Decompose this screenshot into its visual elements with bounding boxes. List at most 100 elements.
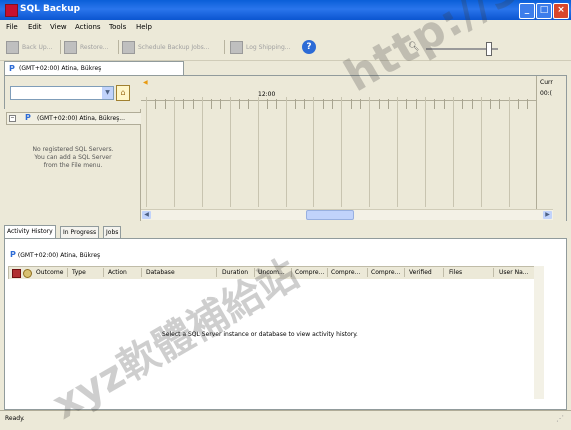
timeline-tick [220, 99, 222, 109]
timeline-tick [211, 99, 213, 109]
restore-button[interactable]: Restore... [64, 40, 109, 54]
no-servers-message: No registered SQL Servers. You can add a… [18, 146, 128, 170]
tab-activity-history[interactable]: Activity History [4, 225, 56, 239]
column-header-compressed-1[interactable]: Compre... [295, 269, 324, 276]
timezone-icon: P [9, 64, 15, 73]
timeline-tick [462, 99, 464, 109]
timeline-tick [527, 99, 529, 109]
toolbar-separator [224, 40, 225, 54]
status-text: Ready. [5, 415, 25, 422]
maximize-button[interactable]: □ [536, 3, 552, 19]
timeline-tick [229, 97, 231, 207]
filter-icon[interactable]: ⌂ [116, 85, 130, 101]
column-separator[interactable] [103, 268, 104, 277]
timeline-tick [332, 99, 333, 109]
timeline-tick [434, 99, 436, 109]
timeline-time-label: 12:00 [258, 91, 276, 98]
schedule-icon [122, 40, 135, 54]
timeline-tick [518, 99, 519, 109]
close-button[interactable]: × [553, 3, 569, 19]
column-header-database[interactable]: Database [146, 269, 175, 276]
timeline-tick [508, 97, 510, 207]
restore-button-label: Restore... [80, 43, 109, 51]
timeline-tick [378, 99, 380, 109]
scroll-right-icon[interactable]: ▶ [543, 211, 552, 219]
timezone-tab[interactable]: P (GMT+02:00) Atina, Bükreş [4, 61, 184, 75]
log-shipping-icon [230, 40, 243, 54]
column-separator[interactable] [141, 268, 142, 277]
timeline-tick [341, 97, 343, 207]
column-separator[interactable] [216, 268, 217, 277]
column-header-type[interactable]: Type [72, 269, 86, 276]
column-separator[interactable] [493, 268, 494, 277]
chevron-down-icon[interactable]: ▼ [102, 87, 113, 99]
log-shipping-button[interactable]: Log Shipping... [230, 40, 291, 54]
delete-icon[interactable] [12, 269, 21, 278]
timeline-tick [276, 99, 278, 109]
now-marker-icon: ◀ [143, 79, 148, 86]
activity-timezone: P (GMT+02:00) Atina, Bükreş [10, 250, 100, 259]
column-header-files[interactable]: Files [449, 269, 462, 276]
window-title: SQL Backup [20, 4, 81, 14]
timeline-tick [480, 97, 482, 207]
column-separator[interactable] [67, 268, 68, 277]
current-column-label: Curr [540, 79, 553, 86]
zoom-slider-thumb[interactable] [486, 42, 492, 56]
menu-actions[interactable]: Actions [75, 23, 101, 31]
backup-button-label: Back Up... [22, 43, 53, 51]
menu-edit[interactable]: Edit [28, 23, 42, 31]
column-header-compressed-2[interactable]: Compre... [331, 269, 360, 276]
backup-button[interactable]: Back Up... [6, 40, 53, 54]
resize-grip-icon[interactable]: ⋰ [556, 414, 564, 423]
column-header-action[interactable]: Action [108, 269, 127, 276]
menu-view[interactable]: View [50, 23, 67, 31]
activity-timezone-label: (GMT+02:00) Atina, Bükreş [17, 252, 101, 259]
current-column: Curr 00:( [536, 76, 566, 209]
timeline-tick [155, 99, 157, 109]
column-separator[interactable] [367, 268, 368, 277]
collapse-icon[interactable]: − [9, 115, 16, 122]
column-header-verified[interactable]: Verified [409, 269, 432, 276]
timeline-tick [183, 99, 185, 109]
menu-file[interactable]: File [6, 23, 18, 31]
timeline-scroll-thumb[interactable] [306, 210, 354, 220]
timeline-tick [471, 99, 473, 109]
column-separator[interactable] [404, 268, 405, 277]
info-icon[interactable] [23, 269, 32, 278]
help-icon[interactable]: ? [302, 40, 316, 54]
toolbar-separator [60, 40, 61, 54]
timeline-tick [257, 97, 259, 207]
column-separator[interactable] [443, 268, 444, 277]
backup-icon [6, 40, 19, 54]
activity-scrollbar[interactable] [534, 266, 544, 399]
timeline-tick [248, 99, 250, 109]
column-header-outcome[interactable]: Outcome [36, 269, 63, 276]
timeline-tick [201, 97, 203, 207]
panel-splitter[interactable] [0, 221, 571, 225]
schedule-button[interactable]: Schedule Backup Jobs... [122, 40, 209, 54]
timeline-tick [425, 97, 426, 207]
no-servers-line: You can add a SQL Server [34, 154, 112, 161]
scroll-left-icon[interactable]: ◀ [142, 211, 151, 219]
timeline-tick [369, 97, 371, 207]
app-icon [5, 4, 18, 17]
timeline-tick [313, 97, 315, 207]
timezone-icon: P [10, 250, 16, 259]
menu-tools[interactable]: Tools [109, 23, 126, 31]
column-header-user-name[interactable]: User Na... [499, 269, 528, 276]
server-select[interactable]: ▼ [10, 86, 114, 100]
timeline-tick [164, 99, 166, 109]
timeline-tick [415, 99, 417, 109]
no-servers-line: from the File menu. [43, 162, 103, 169]
tree-root-label: (GMT+02:00) Atina, Bükreş... [37, 115, 125, 122]
column-separator[interactable] [327, 268, 328, 277]
tree-root-row[interactable]: − P (GMT+02:00) Atina, Bükreş... [6, 112, 142, 125]
timeline-tick [173, 97, 175, 207]
timeline-tick [304, 99, 306, 109]
menu-help[interactable]: Help [136, 23, 152, 31]
timeline-tick [239, 99, 240, 109]
timezone-tab-label: (GMT+02:00) Atina, Bükreş [19, 65, 102, 72]
no-servers-line: No registered SQL Servers. [32, 146, 114, 153]
current-column-time: 00:( [540, 90, 552, 97]
column-header-compressed-3[interactable]: Compre... [371, 269, 400, 276]
